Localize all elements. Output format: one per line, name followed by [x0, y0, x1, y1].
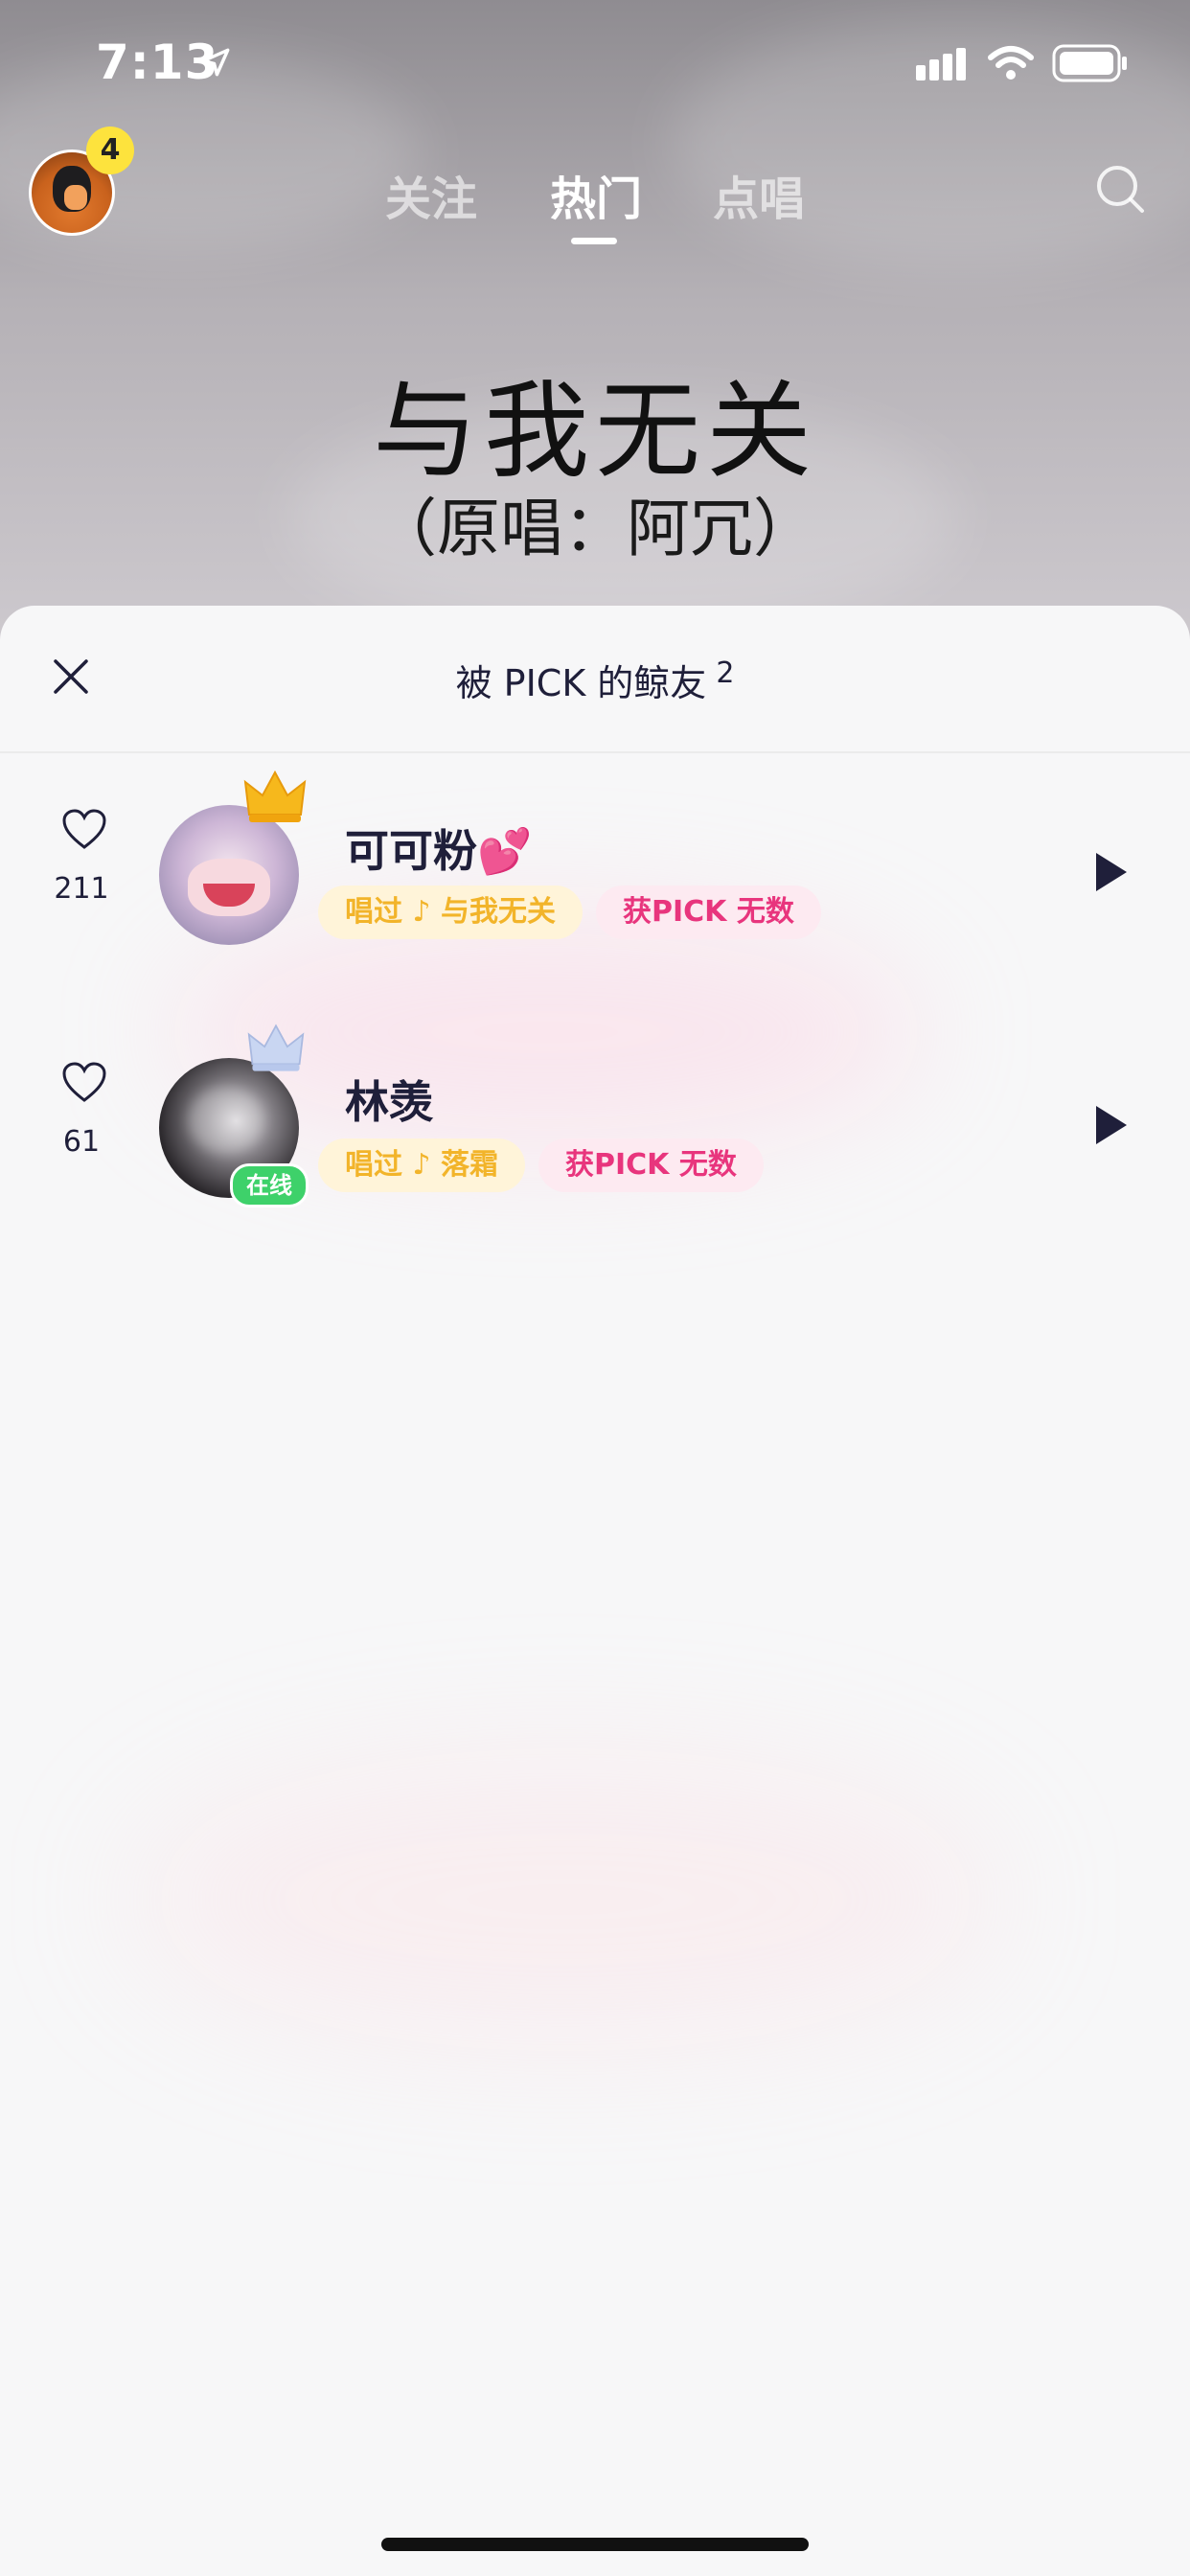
user-name: 林羡 — [345, 1076, 433, 1128]
home-indicator[interactable] — [381, 2538, 809, 2551]
wifi-icon — [988, 46, 1034, 80]
status-bar: 7:13 — [0, 0, 1190, 125]
list-item[interactable]: 211 可可粉💕 唱过 ♪ 与我无关 获PICK 无数 — [0, 767, 1190, 978]
song-title: 与我无关 — [373, 370, 817, 493]
tab-following[interactable]: 关注 — [385, 161, 477, 228]
active-tab-indicator — [571, 238, 617, 244]
heart-icon[interactable] — [57, 1062, 111, 1104]
location-arrow-icon — [201, 48, 230, 77]
like-count: 211 — [54, 872, 109, 906]
list-item[interactable]: 61 在线 林羡 唱过 ♪ 落霜 获PICK 无数 — [0, 1020, 1190, 1230]
cellular-signal-icon — [916, 48, 966, 80]
heart-emoji-icon: 💕 — [477, 825, 533, 877]
play-icon[interactable] — [1092, 849, 1131, 895]
sheet-title: 被 PICK 的鲸友 2 — [0, 654, 1190, 706]
sung-song-chip[interactable]: 唱过 ♪ 落霜 — [318, 1138, 526, 1192]
user-name: 可可粉💕 — [345, 816, 532, 880]
picked-friends-sheet: 被 PICK 的鲸友 2 211 可可粉💕 唱过 ♪ 与我无关 获PICK 无数 — [0, 606, 1190, 2576]
heart-icon[interactable] — [57, 809, 111, 851]
tab-popular[interactable]: 热门 — [550, 161, 642, 228]
tab-request-song[interactable]: 点唱 — [713, 161, 805, 228]
sheet-title-text: 被 PICK 的鲸友 — [455, 662, 707, 704]
sung-song-chip[interactable]: 唱过 ♪ 与我无关 — [318, 886, 584, 939]
search-icon[interactable] — [1094, 163, 1148, 217]
online-badge: 在线 — [230, 1163, 309, 1208]
song-original-singer: （原唱：阿冗） — [374, 492, 816, 565]
play-icon[interactable] — [1092, 1102, 1131, 1148]
sheet-header: 被 PICK 的鲸友 2 — [0, 606, 1190, 753]
crown-icon — [243, 770, 307, 822]
top-tabs: 关注 热门 点唱 — [0, 161, 1190, 238]
user-name-text: 可可粉 — [345, 825, 477, 877]
sheet-title-count: 2 — [716, 656, 735, 691]
like-count: 61 — [62, 1125, 101, 1159]
pick-count-chip: 获PICK 无数 — [538, 1138, 764, 1192]
battery-icon — [1052, 44, 1127, 82]
pick-count-chip: 获PICK 无数 — [596, 886, 821, 939]
crown-icon — [247, 1024, 305, 1071]
